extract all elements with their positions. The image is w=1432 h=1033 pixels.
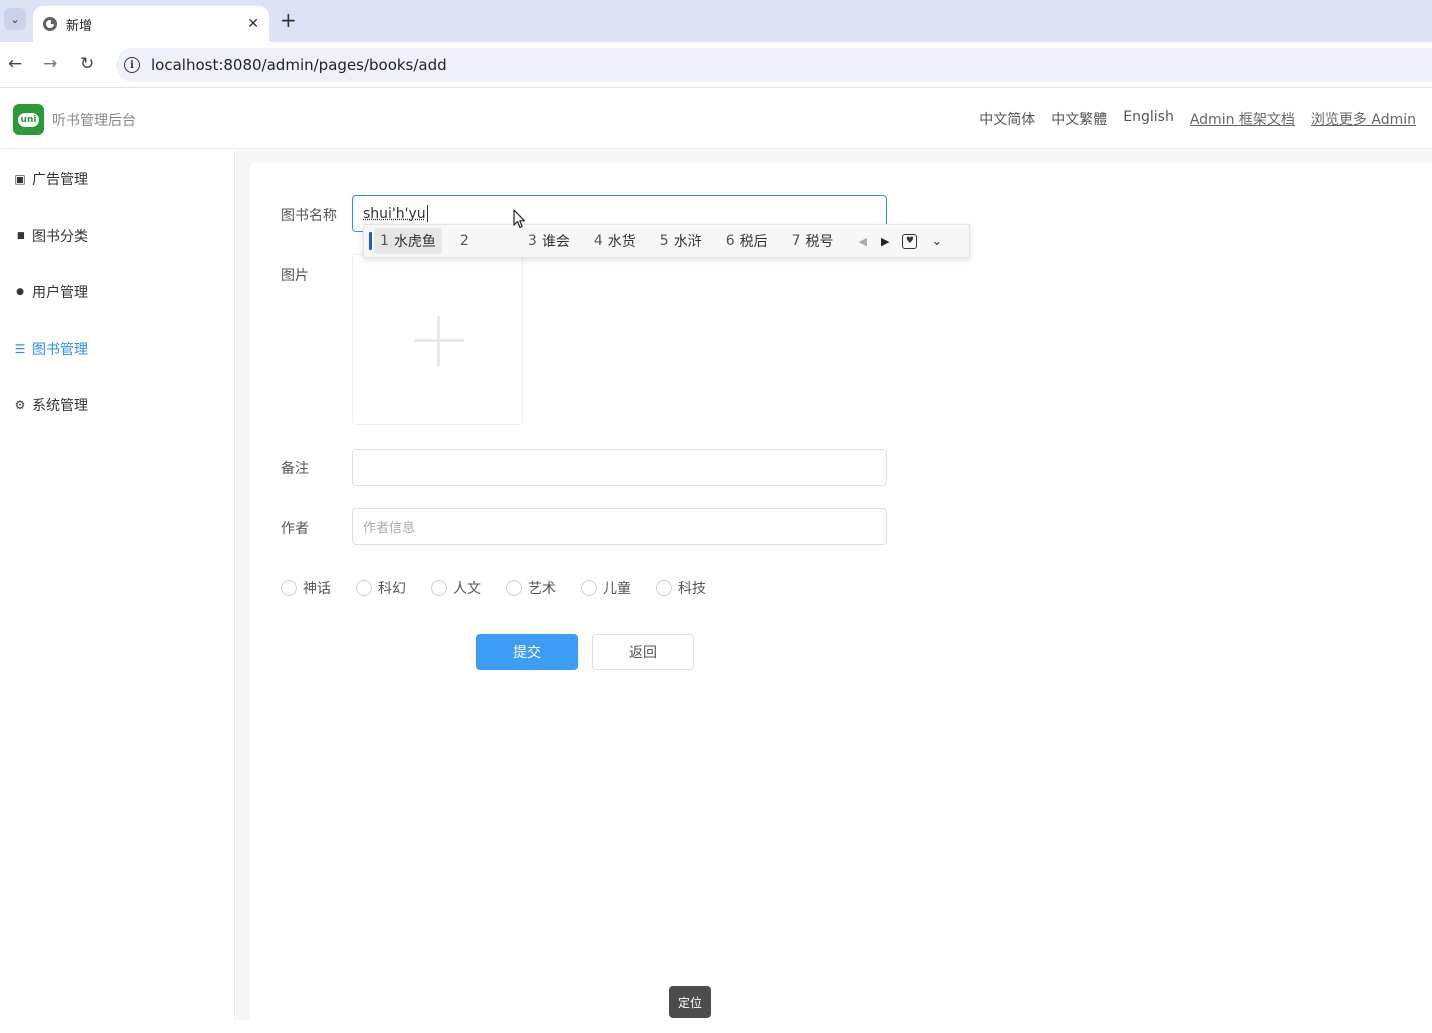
close-icon[interactable]: ✕ <box>247 16 259 32</box>
radio-label: 艺术 <box>528 581 556 597</box>
sidebar-item-label: 广告管理 <box>32 172 88 188</box>
reload-icon[interactable]: ↻ <box>80 54 94 74</box>
sidebar-item-ads[interactable]: ▣ 广告管理 <box>13 169 88 189</box>
submit-button[interactable]: 提交 <box>476 634 578 670</box>
browser-toolbar: ← → ↻ i localhost:8080/admin/pages/books… <box>0 42 1432 88</box>
mouse-cursor-icon <box>513 209 526 229</box>
ime-candidate-1[interactable]: 1 水虎鱼 <box>374 228 442 254</box>
site-info-icon[interactable]: i <box>124 57 140 73</box>
remark-input[interactable] <box>352 449 887 486</box>
logo-text: uni <box>17 112 40 127</box>
browser-tab[interactable]: 新增 ✕ <box>33 6 269 42</box>
radio-label: 神话 <box>303 581 331 597</box>
sidebar-item-label: 图书管理 <box>32 342 88 358</box>
ime-next-icon[interactable]: ▶ <box>881 235 889 248</box>
radio-myth[interactable]: 神话 <box>281 578 331 598</box>
radio-circle[interactable] <box>581 580 597 596</box>
book-name-value: shui'h'yu <box>363 205 426 222</box>
plus-icon-vertical <box>437 316 440 366</box>
author-placeholder: 作者信息 <box>363 521 416 536</box>
app-header: uni 听书管理后台 中文简体 中文繁體 English Admin 框架文档 … <box>0 89 1432 149</box>
ime-expand-icon[interactable]: ⌄ <box>931 234 942 249</box>
back-arrow-icon[interactable]: ← <box>8 54 22 74</box>
lang-zh-hant[interactable]: 中文繁體 <box>1051 109 1107 129</box>
toast-message: 定位 <box>669 986 711 1018</box>
sidebar-item-book-category[interactable]: ▮▮ 图书分类 <box>13 226 88 246</box>
browser-tab-bar: ⌄ 新增 ✕ + <box>0 0 1432 42</box>
address-bar[interactable]: i localhost:8080/admin/pages/books/add <box>116 48 1432 82</box>
sidebar-item-users[interactable]: ● 用户管理 <box>13 282 88 302</box>
radio-circle[interactable] <box>431 580 447 596</box>
radio-label: 科技 <box>678 581 706 597</box>
radio-circle[interactable] <box>356 580 372 596</box>
category-radio-group: 神话 科幻 人文 艺术 儿童 科技 <box>281 578 731 598</box>
ime-candidate-4[interactable]: 4 水货 <box>588 228 642 254</box>
top-nav: 中文简体 中文繁體 English Admin 框架文档 浏览更多 Admin <box>979 109 1432 129</box>
radio-tech[interactable]: 科技 <box>656 578 706 598</box>
new-tab-button[interactable]: + <box>280 10 297 30</box>
radio-scifi[interactable]: 科幻 <box>356 578 406 598</box>
sidebar-item-system[interactable]: ⚙ 系统管理 <box>13 395 88 415</box>
radio-label: 人文 <box>453 581 481 597</box>
app-title: 听书管理后台 <box>52 113 136 129</box>
author-input[interactable]: 作者信息 <box>352 508 887 545</box>
url-text[interactable]: localhost:8080/admin/pages/books/add <box>151 56 447 74</box>
sidebar-item-label: 系统管理 <box>32 398 88 414</box>
image-upload[interactable] <box>352 254 523 425</box>
radio-label: 科幻 <box>378 581 406 597</box>
sidebar-item-label: 图书分类 <box>32 229 88 245</box>
author-label: 作者 <box>281 521 309 537</box>
sidebar <box>0 150 235 1020</box>
admin-docs-link[interactable]: Admin 框架文档 <box>1190 109 1295 129</box>
radio-circle[interactable] <box>506 580 522 596</box>
text-caret <box>426 205 428 222</box>
radio-label: 儿童 <box>603 581 631 597</box>
back-button[interactable]: 返回 <box>592 634 694 670</box>
radio-children[interactable]: 儿童 <box>581 578 631 598</box>
tab-title: 新增 <box>66 18 93 34</box>
ime-candidate-3[interactable]: 3 谁会 <box>522 228 576 254</box>
ime-candidate-bar: 1 水虎鱼 2 3 谁会 4 水货 5 水浒 6 税后 7 税号 ◀ ▶ ♥ ⌄ <box>363 224 970 258</box>
ad-icon: ▣ <box>14 172 26 186</box>
lang-zh-hans[interactable]: 中文简体 <box>979 109 1035 129</box>
tab-search-chevron-icon[interactable]: ⌄ <box>4 8 26 30</box>
radio-circle[interactable] <box>281 580 297 596</box>
ime-favorite-icon[interactable]: ♥ <box>902 233 918 249</box>
radio-circle[interactable] <box>656 580 672 596</box>
more-admin-link[interactable]: 浏览更多 Admin <box>1311 109 1416 129</box>
globe-icon <box>43 17 57 31</box>
sidebar-item-label: 用户管理 <box>32 285 88 301</box>
book-map-icon: ▮▮ <box>17 231 25 241</box>
remark-label: 备注 <box>281 461 309 477</box>
radio-art[interactable]: 艺术 <box>506 578 556 598</box>
ime-candidate-5[interactable]: 5 水浒 <box>654 228 708 254</box>
radio-humanities[interactable]: 人文 <box>431 578 481 598</box>
sidebar-item-books[interactable]: ☰ 图书管理 <box>13 339 88 359</box>
list-icon: ☰ <box>14 342 26 356</box>
ime-candidate-7[interactable]: 7 税号 <box>786 228 840 254</box>
forward-arrow-icon[interactable]: → <box>43 54 57 74</box>
ime-candidate-2[interactable]: 2 <box>454 228 510 254</box>
gear-icon: ⚙ <box>14 398 26 412</box>
ime-prev-icon[interactable]: ◀ <box>859 235 867 248</box>
lang-english[interactable]: English <box>1123 109 1174 129</box>
ime-marker <box>369 232 372 250</box>
uni-logo: uni <box>13 104 44 135</box>
image-label: 图片 <box>281 268 309 284</box>
user-icon: ● <box>16 287 24 297</box>
book-name-label: 图书名称 <box>281 208 337 224</box>
ime-candidate-6[interactable]: 6 税后 <box>720 228 774 254</box>
